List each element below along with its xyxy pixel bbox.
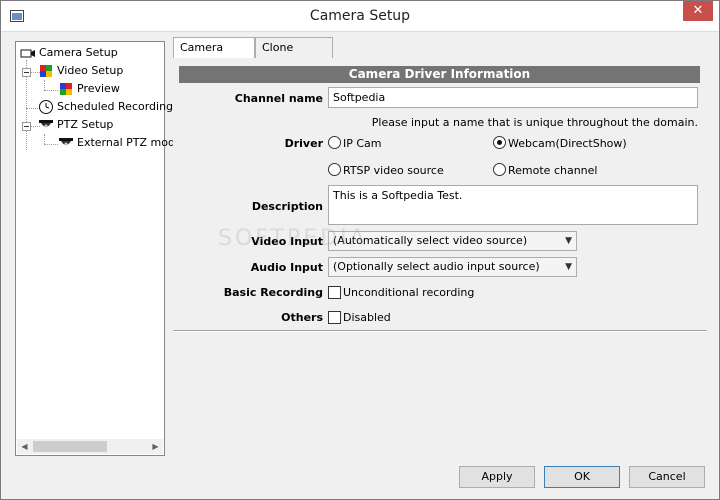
- unconditional-recording-checkbox[interactable]: [328, 286, 341, 299]
- channel-name-hint: Please input a name that is unique throu…: [371, 116, 698, 129]
- basic-recording-label: Basic Recording: [223, 286, 323, 299]
- settings-tree[interactable]: Camera Setup Video Setup Preview Schedul…: [15, 41, 175, 456]
- rtsp-label: RTSP video source: [343, 164, 444, 177]
- tree-item-label: External PTZ mod: [77, 136, 175, 149]
- tab-camera-setup[interactable]: Camera Setup: [173, 37, 255, 74]
- audio-input-value: (Optionally select audio input source): [333, 260, 540, 273]
- section-header: Camera Driver Information: [179, 66, 700, 83]
- radio-remote-channel[interactable]: [493, 163, 506, 176]
- title-bar[interactable]: Camera Setup ✕: [1, 1, 719, 32]
- tree-connector: [44, 144, 58, 145]
- scroll-right-icon[interactable]: ▶: [148, 439, 163, 454]
- ptz-setup-expander[interactable]: [22, 122, 31, 131]
- ip-cam-label: IP Cam: [343, 137, 382, 150]
- audio-input-select[interactable]: (Optionally select audio input source) ▼: [328, 257, 577, 277]
- camera-icon: [20, 49, 35, 58]
- chevron-down-icon: ▼: [565, 262, 572, 272]
- driver-label: Driver: [284, 137, 323, 150]
- channel-name-input[interactable]: Softpedia: [328, 87, 698, 108]
- panel-divider: [173, 330, 707, 332]
- tree-item-label: Camera Setup: [39, 46, 118, 59]
- radio-rtsp[interactable]: [328, 163, 341, 176]
- tree-connector: [44, 90, 58, 91]
- others-label: Others: [281, 311, 323, 324]
- description-input[interactable]: This is a Softpedia Test.: [328, 185, 698, 225]
- tree-connector: [44, 134, 45, 144]
- chevron-down-icon: ▼: [565, 236, 572, 246]
- softpedia-watermark: SOFTPEDIA: [218, 226, 368, 251]
- webcam-label: Webcam(DirectShow): [508, 137, 627, 150]
- tree-item-label: Scheduled Recording: [57, 100, 174, 113]
- audio-input-label: Audio Input: [250, 261, 323, 274]
- scroll-left-icon[interactable]: ◀: [17, 439, 32, 454]
- scroll-thumb[interactable]: [33, 441, 107, 452]
- apply-button[interactable]: Apply: [459, 466, 535, 488]
- ptz-camera-icon: [39, 120, 53, 128]
- clock-icon: [39, 100, 53, 114]
- camera-setup-window: Camera Setup ✕ Camera Setup Video Setup …: [0, 0, 720, 500]
- tree-horizontal-scrollbar[interactable]: ◀ ▶: [17, 439, 163, 454]
- radio-ip-cam[interactable]: [328, 136, 341, 149]
- disabled-label: Disabled: [343, 311, 391, 324]
- tree-item-label: PTZ Setup: [57, 118, 114, 131]
- tree-connector: [44, 80, 45, 90]
- camera-setup-panel: Camera Driver Information Channel name S…: [173, 58, 707, 456]
- video-grid-icon: [40, 65, 52, 77]
- channel-name-label: Channel name: [234, 92, 323, 105]
- window-title: Camera Setup: [309, 8, 411, 24]
- cancel-button[interactable]: Cancel: [629, 466, 705, 488]
- ok-button[interactable]: OK: [544, 466, 620, 488]
- tab-clone-settings[interactable]: Clone Settings: [255, 37, 333, 74]
- preview-grid-icon: [60, 83, 72, 95]
- ptz-camera-icon: [59, 138, 73, 146]
- video-setup-expander[interactable]: [22, 68, 31, 77]
- remote-channel-label: Remote channel: [508, 164, 598, 177]
- disabled-checkbox[interactable]: [328, 311, 341, 324]
- tree-item-label: Video Setup: [57, 64, 124, 77]
- radio-webcam[interactable]: [493, 136, 506, 149]
- unconditional-recording-label: Unconditional recording: [343, 286, 475, 299]
- description-label: Description: [251, 200, 323, 213]
- tree-item-label: Preview: [77, 82, 120, 95]
- close-button[interactable]: ✕: [683, 1, 713, 21]
